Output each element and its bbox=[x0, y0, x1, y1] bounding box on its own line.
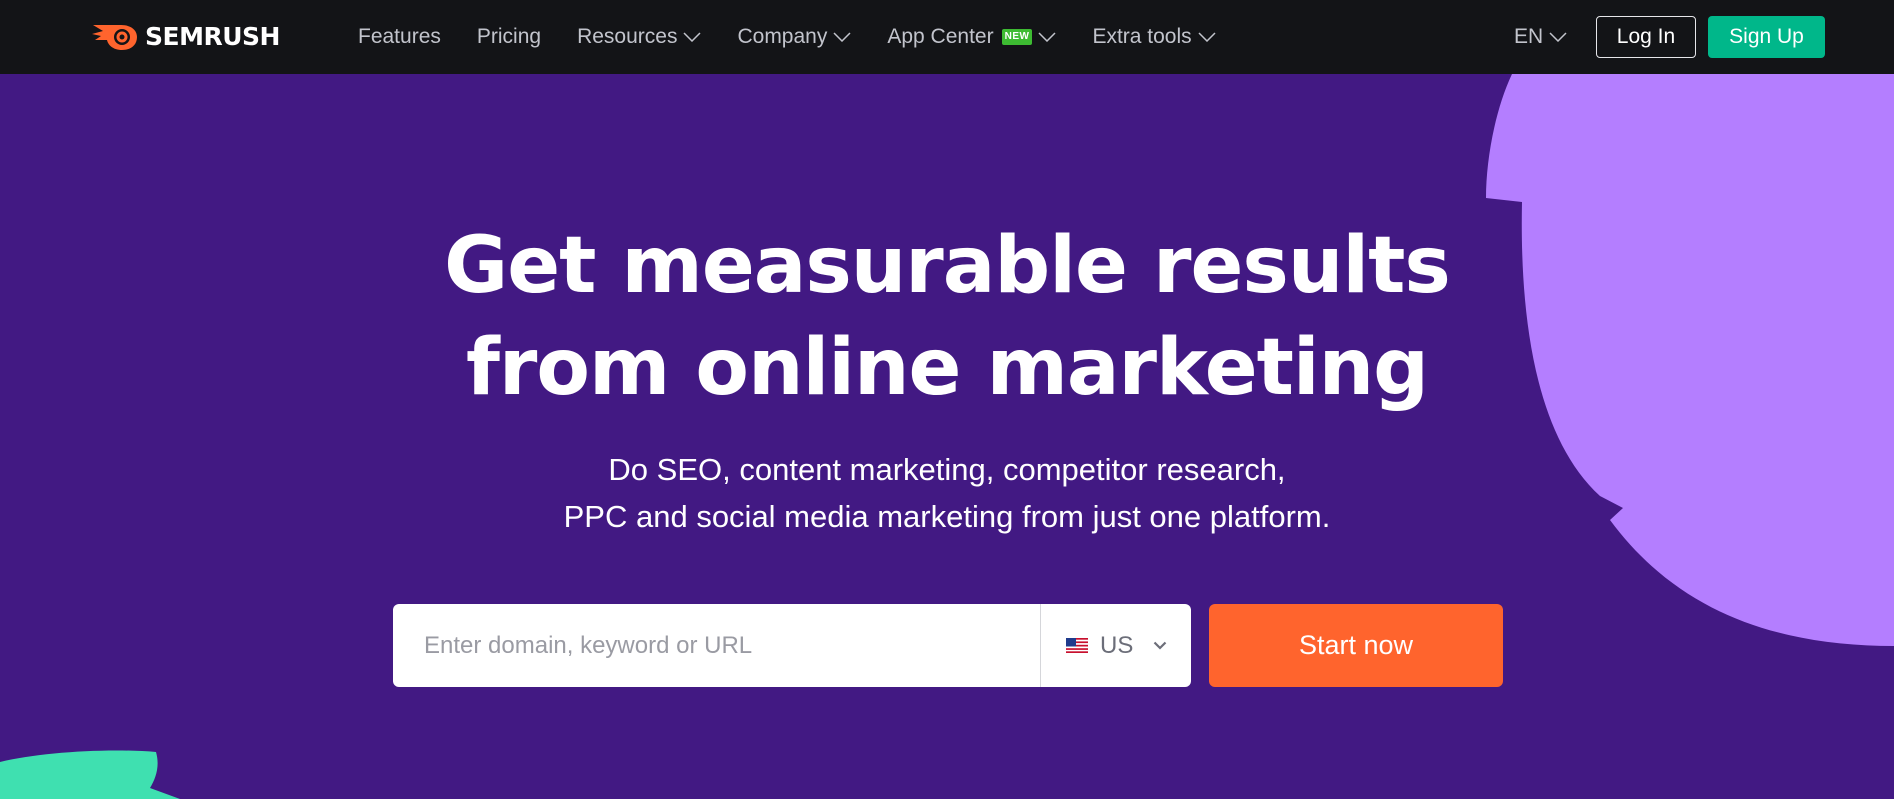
hero-subtitle: Do SEO, content marketing, competitor re… bbox=[0, 446, 1894, 540]
nav-item-features[interactable]: Features bbox=[358, 25, 441, 49]
nav-label: App Center bbox=[887, 25, 994, 48]
search-input[interactable] bbox=[393, 604, 1040, 687]
nav-label: Features bbox=[358, 25, 441, 48]
semrush-logo[interactable]: SEMRUSH bbox=[91, 20, 280, 52]
hero-subtitle-line2: PPC and social media marketing from just… bbox=[563, 499, 1331, 534]
start-now-button[interactable]: Start now bbox=[1209, 604, 1503, 687]
main-nav: Features Pricing Resources Company App C… bbox=[358, 0, 1252, 74]
nav-item-pricing[interactable]: Pricing bbox=[477, 25, 541, 49]
mint-blob-shape bbox=[0, 750, 180, 799]
chevron-down-icon bbox=[1154, 641, 1167, 650]
nav-item-extra-tools[interactable]: Extra tools bbox=[1092, 25, 1216, 49]
semrush-fireball-icon bbox=[92, 25, 137, 50]
logo-wordmark: SEMRUSH bbox=[145, 21, 280, 51]
language-selector[interactable]: EN bbox=[1514, 0, 1567, 74]
search-form: US bbox=[393, 604, 1191, 687]
hero-subtitle-line1: Do SEO, content marketing, competitor re… bbox=[608, 452, 1286, 487]
login-button[interactable]: Log In bbox=[1596, 16, 1696, 58]
chevron-down-icon bbox=[1198, 32, 1216, 42]
language-label: EN bbox=[1514, 25, 1544, 48]
chevron-down-icon bbox=[1549, 32, 1567, 42]
hero-title-line1: Get measurable results bbox=[444, 221, 1451, 311]
nav-item-resources[interactable]: Resources bbox=[577, 25, 701, 49]
database-selector[interactable]: US bbox=[1040, 604, 1191, 687]
chevron-down-icon bbox=[1038, 32, 1056, 42]
hero-title-line2: from online marketing bbox=[465, 323, 1429, 413]
database-label: US bbox=[1100, 631, 1134, 659]
hero-title: Get measurable results from online marke… bbox=[0, 215, 1894, 419]
nav-label: Extra tools bbox=[1092, 25, 1192, 48]
nav-label: Pricing bbox=[476, 25, 542, 48]
nav-label: Resources bbox=[577, 25, 678, 48]
nav-label: Company bbox=[737, 25, 828, 48]
chevron-down-icon bbox=[833, 32, 851, 42]
nav-item-app-center[interactable]: App Center NEW bbox=[887, 25, 1056, 49]
new-badge: NEW bbox=[1001, 29, 1033, 45]
us-flag-icon bbox=[1066, 638, 1088, 653]
signup-button[interactable]: Sign Up bbox=[1708, 16, 1825, 58]
chevron-down-icon bbox=[683, 32, 701, 42]
nav-item-company[interactable]: Company bbox=[737, 25, 851, 49]
top-navigation-bar: SEMRUSH Features Pricing Resources Compa… bbox=[0, 0, 1894, 74]
